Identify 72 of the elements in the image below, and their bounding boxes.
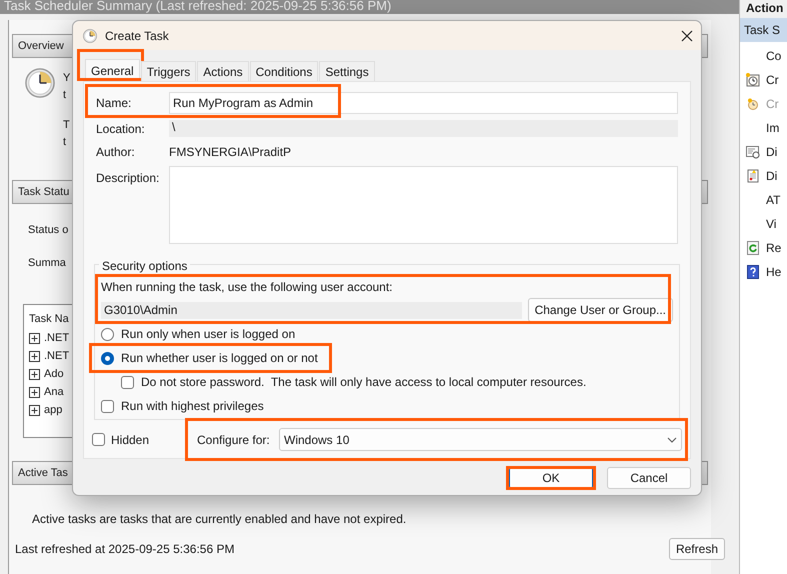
pane-header: Task Scheduler Summary (Last refreshed: 2025-09-25 5:36:56 PM)	[0, 0, 739, 14]
task-name[interactable]: Ado	[44, 366, 64, 383]
action-item[interactable]: Vi	[766, 215, 776, 233]
clock-icon	[747, 98, 759, 110]
field-label: Name:	[96, 95, 132, 112]
refresh-button[interactable]: Refresh	[668, 538, 725, 560]
clock-icon	[83, 28, 97, 42]
change-user-button[interactable]: Change User or Group...	[528, 298, 673, 322]
action-item[interactable]: Re	[766, 239, 782, 257]
expand-icon[interactable]	[29, 387, 40, 398]
action-item[interactable]: Di	[766, 167, 778, 185]
author-value: FMSYNERGIA\PraditP	[169, 144, 292, 160]
select-value: Windows 10	[284, 432, 350, 448]
window-clock-icon	[746, 145, 760, 159]
last-refreshed-text: Last refreshed at 2025-09-25 5:36:56 PM	[15, 541, 234, 558]
task-name[interactable]: Ana	[44, 384, 64, 401]
field-label: Author:	[96, 144, 136, 160]
action-item[interactable]: AT	[766, 191, 780, 209]
option-label[interactable]: Run with highest privileges	[121, 397, 264, 415]
field-label: Location:	[96, 120, 146, 138]
checkbox[interactable]	[101, 400, 114, 412]
action-item[interactable]: Im	[766, 119, 780, 137]
description-field[interactable]	[169, 166, 678, 244]
clock-icon	[25, 68, 55, 98]
refresh-icon	[746, 241, 760, 255]
task-name[interactable]: .NET	[44, 348, 70, 365]
column-header: Task Na	[29, 312, 69, 327]
checkbox[interactable]	[92, 433, 105, 446]
pane-title: Action	[740, 0, 787, 18]
radio-button[interactable]	[101, 352, 114, 364]
checkbox[interactable]	[121, 376, 134, 388]
overview-text: T	[63, 118, 70, 132]
radio-button[interactable]	[101, 328, 114, 340]
action-item[interactable]: Cr	[766, 71, 779, 89]
account-field: G3010\Admin	[101, 302, 522, 318]
expand-icon[interactable]	[29, 405, 40, 416]
help-icon	[747, 265, 759, 279]
account-label: When running the task, use the following user account:	[101, 279, 394, 296]
option-label[interactable]: Do not store password. The task will only have access to local computer resources.	[141, 373, 586, 391]
chevron-down-icon	[667, 436, 677, 442]
overview-text: Y	[63, 71, 70, 85]
status-label: Summa	[28, 256, 66, 270]
action-item[interactable]: Di	[766, 143, 778, 161]
tab[interactable]: Settings	[319, 61, 375, 81]
configure-label: Configure for:	[196, 432, 271, 448]
location-field: \	[169, 120, 678, 137]
field-label: Description:	[96, 170, 160, 187]
name-field[interactable]: Run MyProgram as Admin	[169, 92, 678, 114]
option-label[interactable]: Run only when user is logged on	[121, 325, 296, 343]
close-icon[interactable]	[681, 30, 693, 42]
expand-icon[interactable]	[29, 369, 40, 380]
task-name[interactable]: .NET	[44, 330, 70, 347]
tab[interactable]: Actions	[197, 61, 249, 81]
expand-icon[interactable]	[29, 351, 40, 362]
hidden-label[interactable]: Hidden	[111, 430, 150, 448]
expand-icon[interactable]	[29, 333, 40, 344]
notepad-icon	[746, 169, 760, 183]
actions-group-header[interactable]: Task S	[740, 18, 787, 42]
task-name[interactable]: app	[44, 402, 62, 419]
action-item[interactable]: He	[766, 263, 782, 281]
overview-text: t	[63, 135, 66, 149]
dialog-button[interactable]: Cancel	[607, 467, 691, 489]
configure-select[interactable]: Windows 10	[279, 428, 682, 451]
action-item[interactable]: Co	[766, 47, 782, 65]
status-label: Status o	[28, 223, 68, 238]
clock-icon	[746, 73, 760, 87]
active-tasks-text: Active tasks are tasks that are currently enabled and have not expired.	[31, 511, 408, 528]
tab[interactable]: Conditions	[250, 61, 318, 81]
tab[interactable]: Triggers	[140, 61, 196, 81]
dialog-title: Create Task	[105, 28, 170, 44]
overview-text: t	[63, 88, 66, 102]
option-label[interactable]: Run whether user is logged on or not	[121, 349, 318, 367]
